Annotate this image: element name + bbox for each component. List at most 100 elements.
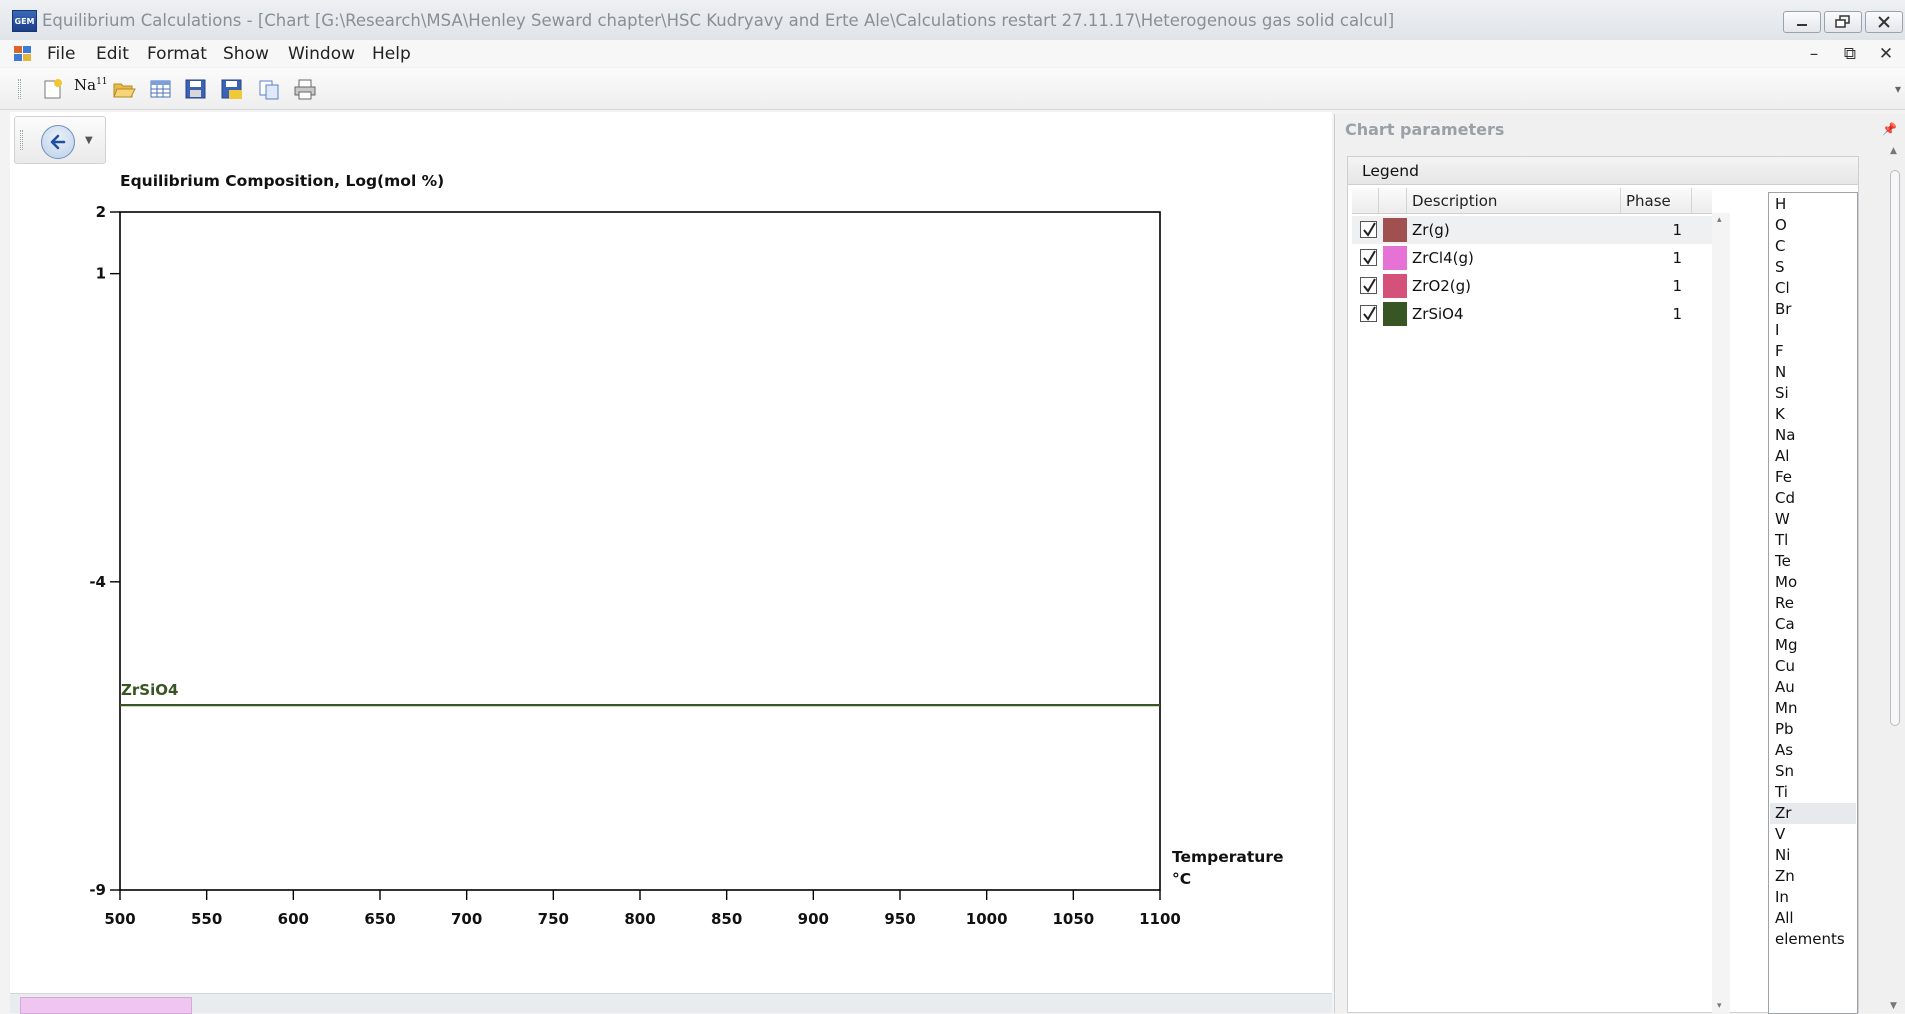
element-item[interactable]: Pb [1770, 719, 1856, 740]
header-check [1352, 188, 1379, 214]
elements-icon[interactable]: Na11 [74, 76, 108, 98]
elements-list[interactable]: H O C S Cl Br I F N Si K Na Al Fe Cd W Tl Te Mo Re Ca Mg Cu Au M… [1768, 192, 1858, 1014]
horizontal-scrollbar[interactable] [10, 993, 1332, 1014]
menu-file[interactable]: File [40, 43, 82, 65]
legend-row[interactable]: ZrSiO4 1 [1352, 300, 1712, 328]
horizontal-scroll-thumb[interactable] [20, 997, 192, 1014]
save-icon[interactable] [184, 78, 208, 100]
grid-scroll-down-icon[interactable]: ▾ [1717, 1001, 1722, 1011]
menu-edit[interactable]: Edit [89, 43, 136, 65]
legend-checkbox[interactable] [1360, 305, 1377, 322]
menu-bar: File Edit Format Show Window Help – ⧉ ✕ [0, 40, 1905, 67]
header-phase[interactable]: Phase [1621, 188, 1692, 214]
new-icon[interactable] [41, 78, 65, 100]
element-item[interactable]: Cl [1770, 278, 1856, 299]
close-icon [1878, 16, 1890, 28]
table-icon[interactable] [149, 78, 173, 100]
element-item[interactable]: Mg [1770, 635, 1856, 656]
element-item[interactable]: O [1770, 215, 1856, 236]
series-color-swatch[interactable] [1383, 302, 1407, 326]
series-color-swatch[interactable] [1383, 246, 1407, 270]
legend-checkbox[interactable] [1360, 249, 1377, 266]
open-folder-icon[interactable] [112, 78, 136, 100]
back-dropdown-icon[interactable]: ▼ [85, 135, 93, 146]
element-item[interactable]: C [1770, 236, 1856, 257]
element-item[interactable]: Tl [1770, 530, 1856, 551]
element-item[interactable]: Br [1770, 299, 1856, 320]
scroll-up-icon[interactable]: ▲ [1890, 146, 1897, 156]
x-axis-unit: °C [1172, 870, 1191, 888]
menu-format[interactable]: Format [140, 43, 214, 65]
element-item[interactable]: Na [1770, 425, 1856, 446]
menu-help[interactable]: Help [365, 43, 418, 65]
legend-tab[interactable]: Legend [1347, 156, 1859, 184]
x-tick-label: 950 [884, 910, 915, 928]
element-item[interactable]: As [1770, 740, 1856, 761]
element-item[interactable]: Zr [1770, 803, 1856, 824]
mdi-child-icon[interactable] [14, 46, 32, 62]
restore-button[interactable] [1824, 11, 1862, 33]
element-item[interactable]: All elements [1770, 908, 1856, 948]
element-item[interactable]: Mo [1770, 572, 1856, 593]
element-item[interactable]: Zn [1770, 866, 1856, 887]
element-item[interactable]: Ca [1770, 614, 1856, 635]
element-item[interactable]: Cu [1770, 656, 1856, 677]
menu-show[interactable]: Show [216, 43, 276, 65]
element-item[interactable]: W [1770, 509, 1856, 530]
legend-row[interactable]: ZrCl4(g) 1 [1352, 244, 1712, 272]
chart-toolbar-grip[interactable] [20, 130, 23, 150]
legend-grid-scrollbar[interactable]: ▴ ▾ [1712, 213, 1730, 1013]
series-color-swatch[interactable] [1383, 274, 1407, 298]
save-as-icon[interactable] [220, 78, 244, 100]
element-item[interactable]: Al [1770, 446, 1856, 467]
pin-icon[interactable]: 📌 [1882, 122, 1897, 136]
element-item[interactable]: K [1770, 404, 1856, 425]
grid-scroll-up-icon[interactable]: ▴ [1717, 215, 1722, 225]
legend-row[interactable]: ZrO2(g) 1 [1352, 272, 1712, 300]
restore-icon [1835, 15, 1850, 28]
scroll-down-icon[interactable]: ▼ [1890, 1001, 1897, 1011]
element-item[interactable]: Re [1770, 593, 1856, 614]
element-item[interactable]: Sn [1770, 761, 1856, 782]
title-bar: GEM Equilibrium Calculations - [Chart [G… [0, 0, 1905, 44]
element-item[interactable]: Fe [1770, 467, 1856, 488]
print-icon[interactable] [293, 78, 317, 100]
element-item[interactable]: F [1770, 341, 1856, 362]
element-item[interactable]: S [1770, 257, 1856, 278]
series-color-swatch[interactable] [1383, 218, 1407, 242]
mdi-close-button[interactable]: ✕ [1875, 44, 1897, 64]
x-tick-label: 750 [538, 910, 569, 928]
element-item[interactable]: Cd [1770, 488, 1856, 509]
element-item[interactable]: H [1770, 194, 1856, 215]
legend-checkbox[interactable] [1360, 277, 1377, 294]
legend-description: ZrCl4(g) [1412, 249, 1474, 267]
toolbar-grip[interactable] [18, 79, 21, 99]
element-item[interactable]: Ti [1770, 782, 1856, 803]
chart-toolbar: ▼ [14, 116, 106, 164]
minimize-button[interactable] [1783, 11, 1821, 33]
element-item[interactable]: N [1770, 362, 1856, 383]
mdi-minimize-button[interactable]: – [1803, 44, 1825, 64]
element-item[interactable]: V [1770, 824, 1856, 845]
menu-window[interactable]: Window [281, 43, 362, 65]
element-item[interactable]: Au [1770, 677, 1856, 698]
legend-checkbox[interactable] [1360, 221, 1377, 238]
legend-row[interactable]: Zr(g) 1 [1352, 216, 1712, 244]
copy-icon[interactable] [257, 78, 281, 100]
panel-title: Chart parameters [1345, 120, 1505, 139]
close-button[interactable] [1865, 11, 1903, 33]
panel-vertical-scrollbar[interactable]: ▲ ▼ [1887, 144, 1903, 1013]
element-item[interactable]: In [1770, 887, 1856, 908]
element-item[interactable]: Si [1770, 383, 1856, 404]
element-item[interactable]: Ni [1770, 845, 1856, 866]
panel-scroll-thumb[interactable] [1890, 170, 1900, 726]
element-item[interactable]: I [1770, 320, 1856, 341]
element-item[interactable]: Te [1770, 551, 1856, 572]
element-item[interactable]: Mn [1770, 698, 1856, 719]
mdi-restore-button[interactable]: ⧉ [1839, 44, 1861, 64]
checkmark-icon [1363, 306, 1376, 321]
legend-phase: 1 [1672, 277, 1682, 295]
back-button[interactable] [41, 125, 75, 159]
toolbar-overflow-icon[interactable]: ▾ [1895, 82, 1901, 96]
header-description[interactable]: Description [1407, 188, 1621, 214]
